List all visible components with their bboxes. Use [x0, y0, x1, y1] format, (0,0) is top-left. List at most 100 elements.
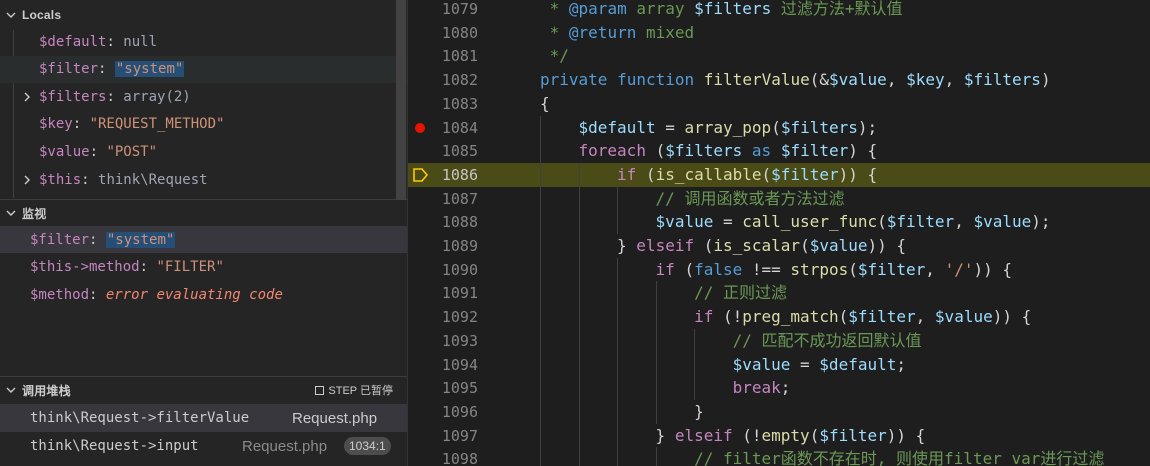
code-line[interactable]: 1095 break;	[408, 376, 1150, 401]
indent-guide	[540, 139, 541, 164]
breakpoint-icon[interactable]	[415, 122, 425, 133]
indent-guide	[655, 305, 657, 330]
code-line[interactable]: 1087 // 调用函数或者方法过滤	[408, 186, 1150, 211]
code-token: */	[540, 46, 569, 66]
chevron-right-icon[interactable]	[22, 175, 32, 185]
code-text: // filter函数不存在时, 则使用filter_var进行过滤	[694, 447, 1104, 466]
watch-colon: :	[139, 259, 157, 275]
code-line[interactable]: 1081 */	[408, 44, 1150, 68]
code-token: (&	[809, 70, 830, 90]
variable-colon: :	[72, 116, 90, 133]
indent-guide	[578, 210, 580, 235]
indent-guide	[655, 352, 657, 377]
variable-colon: :	[81, 171, 99, 188]
code-token: }	[617, 236, 637, 255]
local-variable-row[interactable]: $this: think\Request	[0, 166, 407, 193]
code-line[interactable]: 1091 // 正则过滤	[408, 281, 1150, 306]
indent-guide	[578, 447, 580, 466]
line-number: 1083	[441, 94, 478, 113]
callstack-frame[interactable]: think\Request->filterValue Request.php	[0, 404, 407, 432]
code-token: elseif	[636, 236, 695, 255]
sidebar-scrollbar[interactable]	[396, 0, 406, 200]
code-token: ,	[886, 70, 907, 90]
callstack-section-header[interactable]: 调用堆栈 STEP 已暂停	[0, 376, 407, 404]
code-line[interactable]: 1094 $value = $default;	[408, 352, 1150, 377]
local-variable-row[interactable]: $default: null	[0, 28, 407, 55]
code-token: );	[1031, 212, 1051, 232]
code-token: $filter	[857, 259, 926, 279]
code-token: if	[694, 307, 714, 327]
code-token: );	[857, 117, 878, 137]
code-line[interactable]: 1079 * @param array $filters 过滤方法+默认值	[408, 0, 1150, 21]
code-token: 过滤方法+默认值	[771, 0, 903, 18]
code-line[interactable]: 1097} elseif (!empty($filter)) {	[408, 423, 1150, 448]
indent-guide	[540, 234, 541, 258]
indent-guide	[617, 257, 619, 282]
code-line[interactable]: 1085 foreach ($filters as $filter) {	[408, 139, 1150, 164]
code-text: } elseif (!empty($filter)) {	[656, 424, 926, 448]
indent-guide	[617, 423, 619, 448]
line-number: 1095	[441, 379, 478, 398]
local-variable-row[interactable]: $key: "REQUEST_METHOD"	[0, 111, 407, 138]
code-token: ,	[944, 70, 964, 90]
watch-expression: $this->method	[30, 259, 140, 275]
code-line[interactable]: 1098 // filter函数不存在时, 则使用filter_var进行过滤	[408, 447, 1150, 466]
code-line[interactable]: 1083 {	[408, 92, 1150, 116]
code-token: function	[617, 70, 695, 90]
code-token: $value	[655, 212, 714, 232]
line-number: 1086	[441, 165, 478, 184]
code-line[interactable]: 1082 private function filterValue(&$value…	[408, 68, 1150, 92]
local-variable-row[interactable]: $value: "POST"	[0, 138, 407, 165]
callstack-frame[interactable]: think\Request->input Request.php 1034:1	[0, 432, 407, 460]
indent-guide	[694, 376, 696, 401]
code-line[interactable]: 1090 if (false !== strpos($filter, '/')) …	[408, 257, 1150, 282]
variable-value: "POST"	[106, 143, 158, 160]
watch-expression-row[interactable]: $method: error evaluating code	[0, 281, 407, 308]
code-token: as	[742, 141, 781, 161]
indent-guide	[540, 328, 541, 353]
code-token: (	[694, 236, 714, 255]
code-token: // 调用函数或者方法过滤	[655, 188, 845, 208]
code-token: preg_match	[742, 307, 839, 327]
code-text: * @param array $filters 过滤方法+默认值	[540, 0, 903, 21]
line-number: 1084	[441, 118, 478, 137]
code-token: ,	[954, 212, 974, 232]
code-editor[interactable]: 1079 * @param array $filters 过滤方法+默认值 108…	[408, 0, 1150, 466]
watch-expression-row[interactable]: $this->method: "FILTER"	[0, 254, 407, 281]
indent-guide	[655, 399, 657, 424]
code-line[interactable]: 1092 if (!preg_match($filter, $value)) {	[408, 305, 1150, 330]
local-variable-row[interactable]: $filter: "system"	[0, 55, 407, 83]
code-token: !==	[742, 259, 791, 279]
code-line[interactable]: 1096}	[408, 399, 1150, 424]
code-line[interactable]: 1089} elseif (is_scalar($value)) {	[408, 234, 1150, 258]
indent-guide	[578, 305, 580, 330]
variable-name: $value	[39, 143, 90, 160]
watch-colon: :	[89, 286, 106, 303]
code-text: }	[694, 400, 704, 424]
code-token: call_user_func	[742, 212, 878, 232]
code-token: false	[694, 259, 743, 279]
line-number: 1098	[441, 450, 478, 466]
code-line[interactable]: 1088 $value = call_user_func($filter, $va…	[408, 210, 1150, 235]
indent-guide	[540, 305, 541, 330]
code-token: $filters	[780, 117, 858, 137]
code-line[interactable]: 1080 * @return mixed	[408, 21, 1150, 45]
watch-expression-row[interactable]: $filter: "system"	[0, 226, 407, 253]
watch-value: "FILTER"	[156, 259, 224, 275]
code-line[interactable]: 1084 $default = array_pop($filters);	[408, 115, 1150, 140]
watch-section-header[interactable]: 监视	[0, 199, 407, 227]
local-variable-row[interactable]: $filters: array(2)	[0, 83, 407, 110]
code-text: private function filterValue(&$value, $k…	[540, 68, 1051, 92]
code-token: (!	[732, 425, 762, 445]
chevron-right-icon[interactable]	[22, 92, 32, 102]
line-number: 1090	[441, 260, 478, 279]
current-execution-line[interactable]: 1086 if (is_callable($filter)) {	[408, 162, 1150, 187]
code-line[interactable]: 1093 // 匹配不成功返回默认值	[408, 328, 1150, 353]
debug-current-line-arrow-icon	[413, 168, 429, 182]
indent-guide	[655, 281, 657, 306]
locals-section-header[interactable]: Locals	[0, 1, 407, 29]
code-token: $filter	[780, 141, 849, 161]
callstack-title: 调用堆栈	[22, 383, 71, 398]
code-token: ;	[896, 354, 906, 374]
